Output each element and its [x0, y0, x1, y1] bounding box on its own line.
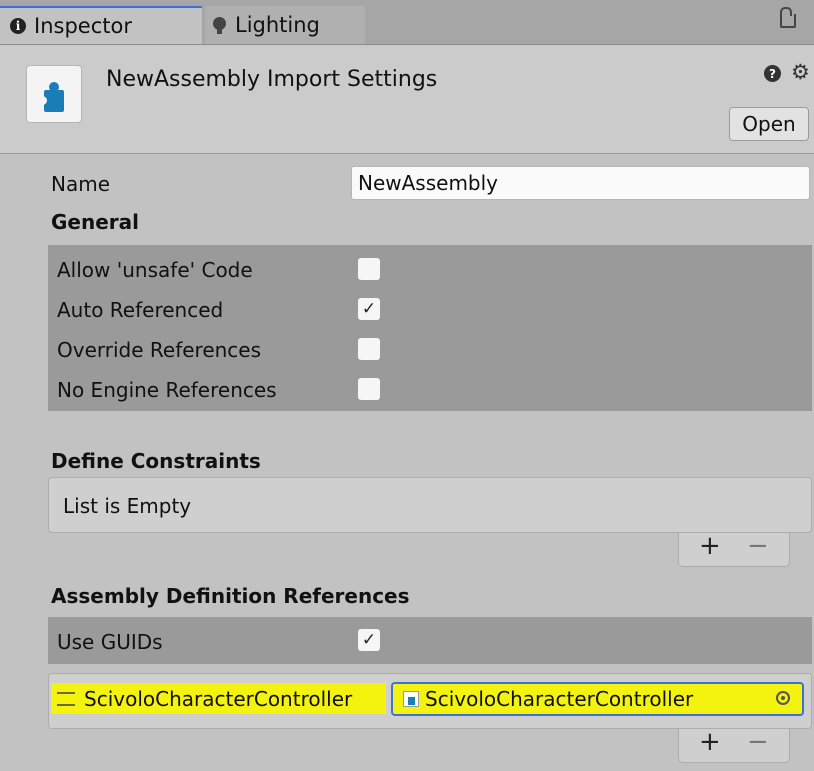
define-constraints-heading: Define Constraints	[51, 449, 261, 473]
assembly-reference-value: ScivoloCharacterController	[425, 687, 694, 711]
assembly-references-add-remove: + −	[678, 727, 790, 763]
option-label-auto-referenced: Auto Referenced	[57, 298, 224, 322]
tab-bar: i Inspector Lighting	[0, 0, 814, 45]
add-reference-button[interactable]: +	[699, 727, 721, 757]
checkbox-override-references[interactable]	[358, 338, 380, 360]
tab-lighting[interactable]: Lighting	[205, 6, 365, 44]
assembly-definition-icon	[26, 65, 82, 123]
name-field[interactable]: NewAssembly	[351, 166, 810, 200]
define-constraints-add-remove: + −	[678, 531, 790, 567]
option-label-no-engine-references: No Engine References	[57, 378, 277, 402]
list-item[interactable]: ScivoloCharacterController	[51, 683, 386, 714]
lightbulb-icon	[213, 16, 226, 34]
general-heading: General	[51, 210, 139, 234]
use-guids-label: Use GUIDs	[57, 630, 163, 654]
define-constraints-list: List is Empty	[48, 477, 812, 533]
assembly-definition-icon	[403, 691, 419, 707]
help-icon[interactable]: ?	[764, 65, 781, 82]
option-label-unsafe: Allow 'unsafe' Code	[57, 258, 253, 282]
assembly-reference-field[interactable]: ScivoloCharacterController	[391, 682, 804, 716]
name-label: Name	[51, 172, 111, 196]
assembly-references-heading: Assembly Definition References	[51, 584, 410, 608]
list-empty-text: List is Empty	[63, 494, 192, 518]
drag-handle-icon[interactable]	[57, 691, 75, 706]
use-guids-row	[48, 617, 812, 664]
option-label-override-references: Override References	[57, 338, 262, 362]
add-constraint-button[interactable]: +	[699, 531, 721, 561]
object-picker-icon[interactable]	[776, 691, 790, 705]
remove-reference-button[interactable]: −	[747, 727, 769, 757]
tab-inspector-label: Inspector	[34, 14, 132, 38]
checkbox-use-guids[interactable]: ✓	[358, 629, 380, 651]
info-icon: i	[10, 18, 26, 34]
remove-constraint-button[interactable]: −	[747, 531, 769, 561]
open-button[interactable]: Open	[729, 107, 809, 141]
checkbox-allow-unsafe[interactable]	[358, 258, 380, 280]
checkbox-no-engine-references[interactable]	[358, 378, 380, 400]
tab-lighting-label: Lighting	[235, 13, 320, 37]
page-title: NewAssembly Import Settings	[106, 67, 438, 92]
lock-icon[interactable]	[780, 7, 796, 28]
gear-icon[interactable]: ⚙	[791, 60, 810, 84]
tab-inspector[interactable]: i Inspector	[0, 6, 202, 44]
reference-item-label: ScivoloCharacterController	[84, 686, 353, 711]
checkbox-auto-referenced[interactable]: ✓	[358, 298, 380, 320]
inspector-header: NewAssembly Import Settings ? ⚙ Open	[0, 45, 814, 154]
